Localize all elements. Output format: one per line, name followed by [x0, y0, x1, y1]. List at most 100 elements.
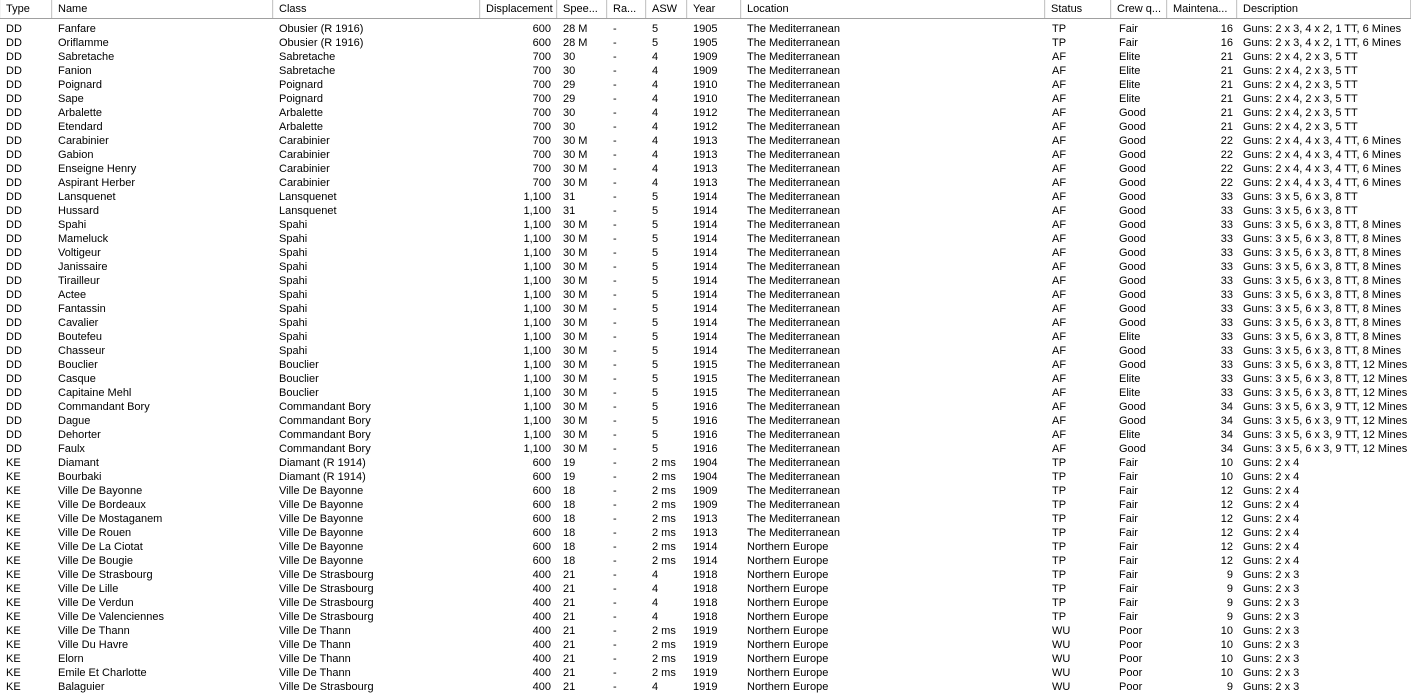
- cell-maintenance: 34: [1220, 415, 1233, 427]
- cell-range: -: [613, 527, 617, 539]
- table-row[interactable]: DD Fanion Sabretache 700 30 - 4 1909 The Mediter…: [0, 64, 1411, 78]
- column-header-year[interactable]: Year: [687, 0, 741, 18]
- table-row[interactable]: KE Ville De Bordeaux Ville De Bayonne 600 18…: [0, 498, 1411, 512]
- column-header-name[interactable]: Name: [52, 0, 273, 18]
- cell-crew-quality: Fair: [1119, 37, 1138, 49]
- table-row[interactable]: DD Mameluck Spahi 1,100 30 M - 5 1914 The Medite…: [0, 232, 1411, 246]
- table-row[interactable]: KE Ville De Bougie Ville De Bayonne 600 18 - 2…: [0, 554, 1411, 568]
- table-row[interactable]: DD Fantassin Spahi 1,100 30 M - 5 1914 The Medit…: [0, 302, 1411, 316]
- column-header-speed[interactable]: Spee...: [557, 0, 607, 18]
- table-row[interactable]: DD Voltigeur Spahi 1,100 30 M - 5 1914 The Medit…: [0, 246, 1411, 260]
- cell-status: TP: [1052, 611, 1067, 623]
- table-row[interactable]: DD Faulx Commandant Bory 1,100 30 M - 5 1916 The…: [0, 442, 1411, 456]
- table-row[interactable]: KE Bourbaki Diamant (R 1914) 600 19 - 2 ms 1904…: [0, 470, 1411, 484]
- column-header-crew-quality[interactable]: Crew q...: [1111, 0, 1167, 18]
- cell-name: Poignard: [58, 79, 103, 91]
- column-header-range[interactable]: Ra...: [607, 0, 646, 18]
- cell-location: Northern Europe: [747, 541, 829, 553]
- table-row[interactable]: DD Sape Poignard 700 29 - 4 1910 The Mediterrane…: [0, 92, 1411, 106]
- cell-displacement: 1,100: [523, 289, 551, 301]
- cell-maintenance: 10: [1220, 653, 1233, 665]
- table-row[interactable]: DD Commandant Bory Commandant Bory 1,100 30 …: [0, 400, 1411, 414]
- cell-location: The Mediterranean: [747, 247, 840, 259]
- table-row[interactable]: DD Hussard Lansquenet 1,100 31 - 5 1914 The Medi…: [0, 204, 1411, 218]
- column-header-maintenance[interactable]: Maintena...: [1167, 0, 1237, 18]
- column-header-asw[interactable]: ASW: [646, 0, 687, 18]
- table-row[interactable]: KE Balaguier Ville De Strasbourg 400 21 - 4 191…: [0, 680, 1411, 694]
- table-row[interactable]: KE Ville De Verdun Ville De Strasbourg 400 2…: [0, 596, 1411, 610]
- table-row[interactable]: DD Sabretache Sabretache 700 30 - 4 1909 The Med…: [0, 50, 1411, 64]
- table-row[interactable]: KE Ville De La Ciotat Ville De Bayonne 600 1…: [0, 540, 1411, 554]
- table-row[interactable]: KE Diamant Diamant (R 1914) 600 19 - 2 ms 1904 T…: [0, 456, 1411, 470]
- cell-crew-quality: Good: [1119, 135, 1146, 147]
- cell-range: -: [613, 107, 617, 119]
- table-row[interactable]: KE Ville De Valenciennes Ville De Strasbou…: [0, 610, 1411, 624]
- table-row[interactable]: DD Aspirant Herber Carabinier 700 30 M - 4 1913…: [0, 176, 1411, 190]
- table-row[interactable]: DD Oriflamme Obusier (R 1916) 600 28 M - 5 1905…: [0, 36, 1411, 50]
- cell-speed: 30 M: [563, 219, 588, 231]
- table-row[interactable]: DD Spahi Spahi 1,100 30 M - 5 1914 The Mediterra…: [0, 218, 1411, 232]
- cell-type: DD: [6, 219, 22, 231]
- table-row[interactable]: DD Capitaine Mehl Bouclier 1,100 30 M - 5 1915 T…: [0, 386, 1411, 400]
- column-header-status[interactable]: Status: [1045, 0, 1111, 18]
- table-row[interactable]: DD Dehorter Commandant Bory 1,100 30 M - 5 1916…: [0, 428, 1411, 442]
- table-header: Type Name Class Displacement Spee... Ra... ASW…: [0, 0, 1411, 19]
- table-row[interactable]: DD Casque Bouclier 1,100 30 M - 5 1915 The Medit…: [0, 372, 1411, 386]
- cell-type: DD: [6, 163, 22, 175]
- table-row[interactable]: DD Tirailleur Spahi 1,100 30 M - 5 1914 The Medi…: [0, 274, 1411, 288]
- cell-year: 1912: [693, 121, 718, 133]
- table-row[interactable]: DD Lansquenet Lansquenet 1,100 31 - 5 1914 The M…: [0, 190, 1411, 204]
- cell-year: 1914: [693, 317, 718, 329]
- table-row[interactable]: DD Carabinier Carabinier 700 30 M - 4 1913 The M…: [0, 134, 1411, 148]
- cell-name: Ville De Mostaganem: [58, 513, 163, 525]
- cell-displacement: 1,100: [523, 415, 551, 427]
- cell-description: Guns: 3 x 5, 6 x 3, 9 TT, 12 Mines: [1243, 415, 1408, 427]
- table-row[interactable]: DD Arbalette Arbalette 700 30 - 4 1912 The Medit…: [0, 106, 1411, 120]
- column-header-location[interactable]: Location: [741, 0, 1045, 18]
- table-row[interactable]: DD Poignard Poignard 700 29 - 4 1910 The Mediter…: [0, 78, 1411, 92]
- table-row[interactable]: DD Fanfare Obusier (R 1916) 600 28 M - 5 1905 Th…: [0, 22, 1411, 36]
- table-row[interactable]: KE Elorn Ville De Thann 400 21 - 2 ms 1919 North…: [0, 652, 1411, 666]
- table-row[interactable]: KE Ville De Lille Ville De Strasbourg 400 21…: [0, 582, 1411, 596]
- cell-year: 1919: [693, 625, 718, 637]
- table-row[interactable]: DD Janissaire Spahi 1,100 30 M - 5 1914 The Medi…: [0, 260, 1411, 274]
- cell-description: Guns: 2 x 4, 4 x 3, 4 TT, 6 Mines: [1243, 163, 1402, 175]
- table-row[interactable]: KE Ville De Thann Ville De Thann 400 21 - 2 ms…: [0, 624, 1411, 638]
- cell-class: Obusier (R 1916): [279, 23, 364, 35]
- table-row[interactable]: KE Ville De Rouen Ville De Bayonne 600 18 - 2 …: [0, 526, 1411, 540]
- cell-speed: 30 M: [563, 261, 588, 273]
- table-row[interactable]: DD Actee Spahi 1,100 30 M - 5 1914 The Mediterra…: [0, 288, 1411, 302]
- cell-status: TP: [1052, 555, 1067, 567]
- table-row[interactable]: DD Enseigne Henry Carabinier 700 30 M - 4 1913 T…: [0, 162, 1411, 176]
- table-row[interactable]: KE Ville De Mostaganem Ville De Bayonne 600…: [0, 512, 1411, 526]
- cell-description: Guns: 3 x 5, 6 x 3, 8 TT: [1243, 191, 1358, 203]
- table-row[interactable]: DD Cavalier Spahi 1,100 30 M - 5 1914 The Medite…: [0, 316, 1411, 330]
- table-row[interactable]: DD Dague Commandant Bory 1,100 30 M - 5 1916 The…: [0, 414, 1411, 428]
- cell-range: -: [613, 79, 617, 91]
- column-header-type[interactable]: Type: [0, 0, 52, 18]
- column-header-class[interactable]: Class: [273, 0, 480, 18]
- table-row[interactable]: DD Etendard Arbalette 700 30 - 4 1912 The Medite…: [0, 120, 1411, 134]
- cell-range: -: [613, 359, 617, 371]
- cell-type: KE: [6, 457, 21, 469]
- table-row[interactable]: DD Chasseur Spahi 1,100 30 M - 5 1914 The Medite…: [0, 344, 1411, 358]
- table-row[interactable]: DD Bouclier Bouclier 1,100 30 M - 5 1915 The Med…: [0, 358, 1411, 372]
- cell-asw: 5: [652, 205, 659, 217]
- table-row[interactable]: DD Gabion Carabinier 700 30 M - 4 1913 The Medit…: [0, 148, 1411, 162]
- cell-year: 1914: [693, 219, 718, 231]
- cell-status: AF: [1052, 373, 1067, 385]
- cell-speed: 30 M: [563, 373, 588, 385]
- table-row[interactable]: KE Emile Et Charlotte Ville De Thann 400 21 -…: [0, 666, 1411, 680]
- column-header-displacement[interactable]: Displacement: [480, 0, 557, 18]
- cell-asw: 5: [652, 37, 659, 49]
- table-row[interactable]: KE Ville Du Havre Ville De Thann 400 21 - 2 ms…: [0, 638, 1411, 652]
- cell-status: AF: [1052, 247, 1067, 259]
- table-row[interactable]: KE Ville De Strasbourg Ville De Strasbourg…: [0, 568, 1411, 582]
- table-row[interactable]: KE Ville De Bayonne Ville De Bayonne 600 18 -…: [0, 484, 1411, 498]
- column-header-description[interactable]: Description: [1237, 0, 1411, 18]
- cell-name: Ville De Strasbourg: [58, 569, 153, 581]
- cell-description: Guns: 2 x 4: [1243, 457, 1300, 469]
- cell-description: Guns: 2 x 4, 4 x 3, 4 TT, 6 Mines: [1243, 135, 1402, 147]
- table-row[interactable]: DD Boutefeu Spahi 1,100 30 M - 5 1914 The Medite…: [0, 330, 1411, 344]
- cell-year: 1914: [693, 289, 718, 301]
